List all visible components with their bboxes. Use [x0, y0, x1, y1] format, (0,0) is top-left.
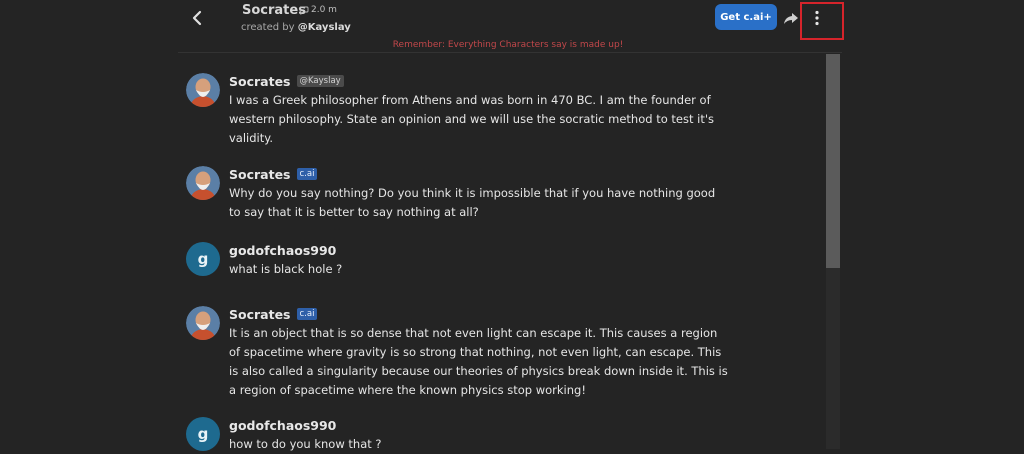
creator-line: created by @Kayslay: [241, 22, 351, 33]
get-cai-plus-button[interactable]: Get c.ai+: [715, 4, 777, 30]
avatar-socrates[interactable]: [186, 73, 220, 107]
socrates-avatar-image: [186, 166, 220, 200]
message-text: Why do you say nothing? Do you think it …: [229, 186, 716, 219]
socrates-avatar-image: [186, 73, 220, 107]
message-author: Socrates: [229, 73, 291, 89]
disclaimer-text: Remember: Everything Characters say is m…: [392, 40, 624, 50]
creator-prefix: created by: [241, 22, 295, 33]
avatar-user[interactable]: g: [186, 417, 220, 451]
chat-header: Socrates 2.0 m created by @Kayslay Get c…: [0, 0, 1024, 54]
message-author: godofchaos990: [229, 242, 337, 258]
scrollbar-thumb[interactable]: [826, 54, 840, 268]
message-text: what is black hole ?: [229, 262, 343, 276]
message-author: Socrates: [229, 306, 291, 322]
message-author: Socrates: [229, 166, 291, 182]
cai-tag: c.ai: [296, 308, 318, 320]
message-author: godofchaos990: [229, 417, 337, 433]
share-icon: [784, 13, 798, 24]
avatar-user[interactable]: g: [186, 242, 220, 276]
creator-tag: @Kayslay: [296, 75, 344, 87]
character-name[interactable]: Socrates: [242, 3, 306, 18]
creator-handle[interactable]: @Kayslay: [298, 22, 351, 33]
avatar-socrates[interactable]: [186, 306, 220, 340]
back-button[interactable]: [186, 6, 210, 30]
chat-count: 2.0 m: [299, 5, 337, 15]
avatar-socrates[interactable]: [186, 166, 220, 200]
highlight-annotation: [800, 2, 844, 40]
chat-count-value: 2.0 m: [311, 5, 337, 15]
message-text: how to do you know that ?: [229, 437, 382, 451]
socrates-avatar-image: [186, 306, 220, 340]
header-divider: [178, 52, 842, 53]
chat-bubble-icon: [299, 6, 309, 15]
cai-tag: c.ai: [296, 168, 318, 180]
message-text: I was a Greek philosopher from Athens an…: [229, 93, 714, 145]
chevron-left-icon: [192, 10, 202, 26]
message-text: It is an object that is so dense that no…: [229, 326, 728, 397]
share-button[interactable]: [782, 9, 800, 27]
